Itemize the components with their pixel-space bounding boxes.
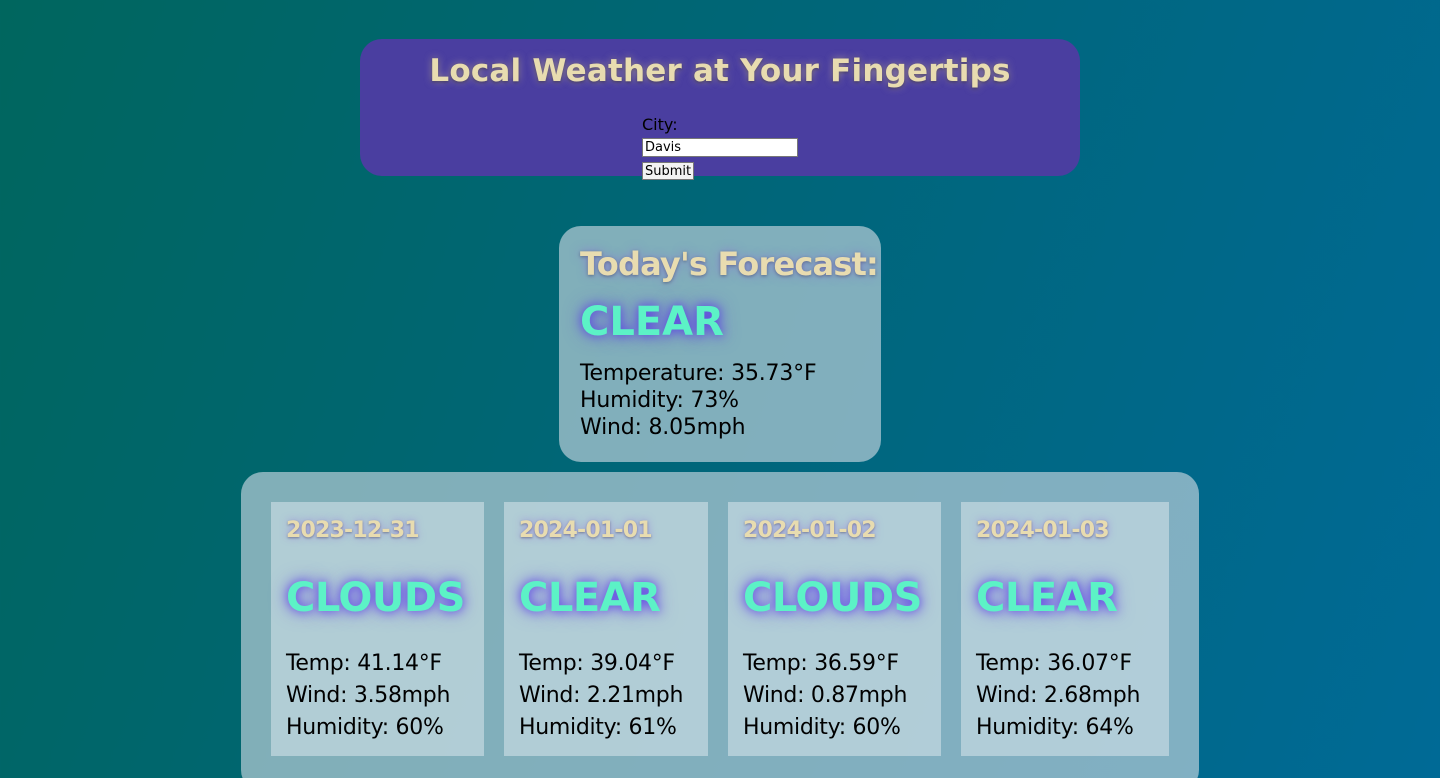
forecast-condition: CLOUDS — [743, 575, 922, 621]
forecast-humidity: Humidity: 64% — [976, 715, 1134, 740]
forecast-humidity: Humidity: 60% — [743, 715, 901, 740]
today-forecast-card: Today's Forecast: CLEAR Temperature: 35.… — [559, 226, 881, 462]
forecast-wind: Wind: 0.87mph — [743, 683, 908, 708]
forecast-temp: Temp: 36.59°F — [743, 651, 899, 676]
forecast-humidity: Humidity: 60% — [286, 715, 444, 740]
forecast-wind: Wind: 2.68mph — [976, 683, 1141, 708]
forecast-condition: CLEAR — [519, 575, 661, 621]
forecast-card: 2024-01-03 CLEAR Temp: 36.07°F Wind: 2.6… — [961, 502, 1169, 756]
forecast-temp: Temp: 39.04°F — [519, 651, 675, 676]
forecast-card: 2024-01-01 CLEAR Temp: 39.04°F Wind: 2.2… — [504, 502, 708, 756]
forecast-wind: Wind: 3.58mph — [286, 683, 451, 708]
today-condition: CLEAR — [580, 299, 724, 345]
forecast-card: 2023-12-31 CLOUDS Temp: 41.14°F Wind: 3.… — [271, 502, 484, 756]
forecast-date: 2024-01-01 — [519, 518, 653, 543]
city-label: City: — [642, 115, 678, 134]
forecast-condition: CLEAR — [976, 575, 1118, 621]
page-title: Local Weather at Your Fingertips — [429, 53, 1011, 89]
today-humidity: Humidity: 73% — [580, 388, 739, 413]
forecast-date: 2024-01-02 — [743, 518, 877, 543]
forecast-wind: Wind: 2.21mph — [519, 683, 684, 708]
forecast-date: 2024-01-03 — [976, 518, 1110, 543]
forecast-temp: Temp: 36.07°F — [976, 651, 1132, 676]
today-heading: Today's Forecast: — [580, 245, 879, 283]
today-temperature: Temperature: 35.73°F — [580, 361, 817, 386]
forecast-date: 2023-12-31 — [286, 518, 420, 543]
forecast-card: 2024-01-02 CLOUDS Temp: 36.59°F Wind: 0.… — [728, 502, 941, 756]
forecast-temp: Temp: 41.14°F — [286, 651, 442, 676]
submit-button[interactable]: Submit — [642, 162, 695, 180]
five-day-forecast-panel: 2023-12-31 CLOUDS Temp: 41.14°F Wind: 3.… — [241, 472, 1199, 778]
city-search-form: City: Submit — [642, 116, 822, 180]
today-wind: Wind: 8.05mph — [580, 415, 746, 440]
today-stats: Temperature: 35.73°F Humidity: 73% Wind:… — [580, 360, 881, 441]
forecast-condition: CLOUDS — [286, 575, 465, 621]
city-input[interactable] — [642, 138, 798, 157]
forecast-humidity: Humidity: 61% — [519, 715, 677, 740]
